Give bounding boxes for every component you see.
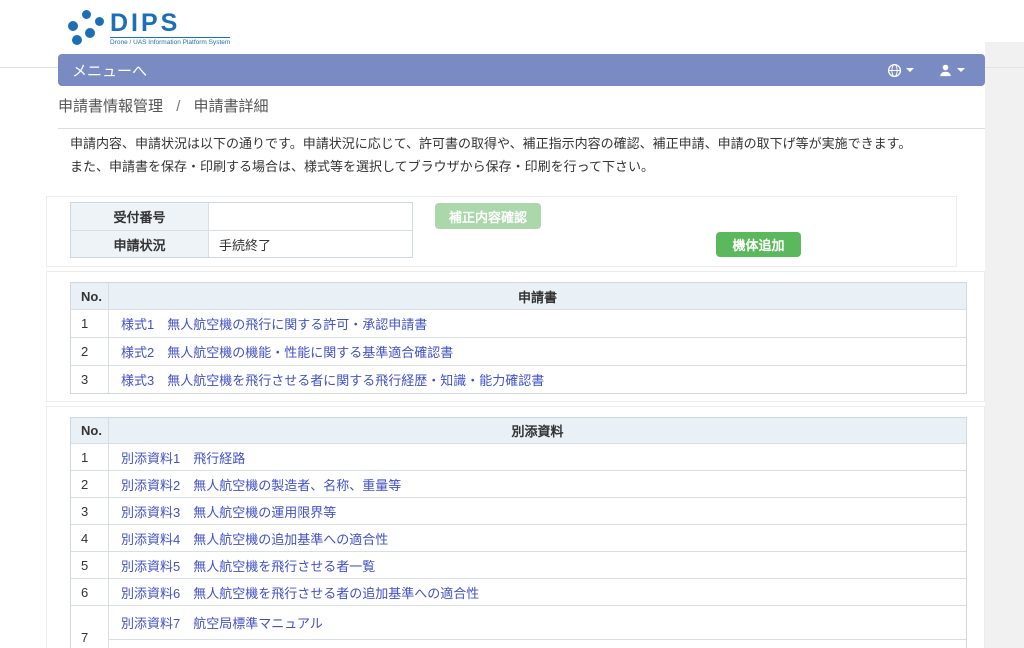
chevron-down-icon (906, 68, 914, 72)
attachment-link[interactable]: 別添資料3 無人航空機の運用限界等 (121, 502, 336, 521)
applications-column-header: 申請書 (517, 289, 557, 305)
dips-logo-icon (58, 8, 106, 46)
page-background-strip (985, 42, 1024, 648)
breadcrumb-divider (58, 128, 985, 129)
chevron-down-icon (957, 68, 965, 72)
add-aircraft-button[interactable]: 機体追加 (716, 232, 801, 257)
applications-table: No. 申請書 1 様式1 無人航空機の飛行に関する許可・承認申請書 2 様式2… (70, 282, 967, 394)
table-row: 受付番号 (71, 203, 412, 230)
status-table: 受付番号 申請状況 手続終了 (70, 202, 413, 258)
user-icon (940, 64, 951, 76)
table-row: 6 別添資料6 無人航空機を飛行させる者の追加基準への適合性 (71, 578, 966, 605)
receipt-number-label: 受付番号 (71, 203, 209, 230)
table-row: 3 様式3 無人航空機を飛行させる者に関する飛行経歴・知識・能力確認書 (71, 365, 966, 393)
table-row: 申請状況 手続終了 (71, 230, 412, 257)
application-status-value: 手続終了 (219, 237, 272, 253)
logo-title: DIPS (110, 9, 181, 37)
table-header-row: No. 別添資料 (71, 418, 966, 443)
attachment-link[interactable]: 別添資料5 無人航空機を飛行させる者一覧 (121, 556, 375, 575)
application-form-link[interactable]: 様式1 無人航空機の飛行に関する許可・承認申請書 (121, 314, 427, 333)
attachment-link[interactable]: 別添資料1 飛行経路 (121, 448, 245, 467)
attachment-link[interactable]: 別添資料2 無人航空機の製造者、名称、重量等 (121, 475, 401, 494)
table-row: 2 別添資料2 無人航空機の製造者、名称、重量等 (71, 470, 966, 497)
language-menu-button[interactable] (887, 63, 914, 78)
globe-icon (887, 63, 902, 77)
table-row: 5 別添資料5 無人航空機を飛行させる者一覧 (71, 551, 966, 578)
application-form-link[interactable]: 様式2 無人航空機の機能・性能に関する基準適合確認書 (121, 342, 453, 361)
user-menu-button[interactable] (938, 63, 965, 78)
dips-logo[interactable]: DIPS Drone / UAS Information Platform Sy… (58, 8, 231, 46)
receipt-number-value (209, 203, 412, 230)
attachment-link[interactable]: 別添資料4 無人航空機の追加基準への適合性 (121, 529, 388, 548)
table-row: 1 様式1 無人航空機の飛行に関する許可・承認申請書 (71, 309, 966, 337)
page: DIPS Drone / UAS Information Platform Sy… (0, 0, 1024, 648)
description-line-1: 申請内容、申請状況は以下の通りです。申請状況に応じて、許可書の取得や、補正指示内… (70, 136, 912, 151)
attachments-table: No. 別添資料 1 別添資料1 飛行経路 2 別添資料2 無人航空機の製造者、… (70, 417, 967, 648)
attachment-link[interactable]: 別添資料6 無人航空機を飛行させる者の追加基準への適合性 (121, 583, 479, 602)
table-row: 1 別添資料1 飛行経路 (71, 443, 966, 470)
table-row: 7 別添資料7 航空局標準マニュアル (71, 605, 966, 648)
breadcrumb-current: 申請書詳細 (193, 98, 269, 115)
breadcrumb-parent[interactable]: 申請書情報管理 (58, 98, 163, 115)
description-line-2: また、申請書を保存・印刷する場合は、様式等を選択してブラウザから保存・印刷を行っ… (70, 159, 654, 174)
application-form-link[interactable]: 様式3 無人航空機を飛行させる者に関する飛行経歴・知識・能力確認書 (121, 370, 544, 389)
no-column-header: No. (71, 418, 109, 443)
menu-bar: メニューへ (58, 54, 985, 86)
logo-subtitle: Drone / UAS Information Platform System (110, 37, 231, 46)
table-row: 2 様式2 無人航空機の機能・性能に関する基準適合確認書 (71, 337, 966, 365)
attachment-link[interactable]: 別添資料7 航空局標準マニュアル (121, 613, 323, 632)
breadcrumb: 申請書情報管理 / 申請書詳細 (58, 95, 269, 116)
breadcrumb-separator: / (176, 98, 181, 115)
correction-check-button[interactable]: 補正内容確認 (435, 203, 541, 229)
attachments-column-header: 別添資料 (511, 424, 564, 439)
application-status-label: 申請状況 (71, 231, 209, 257)
table-header-row: No. 申請書 (71, 283, 966, 309)
table-row: 3 別添資料3 無人航空機の運用限界等 (71, 497, 966, 524)
table-row: 4 別添資料4 無人航空機の追加基準への適合性 (71, 524, 966, 551)
page-description: 申請内容、申請状況は以下の通りです。申請状況に応じて、許可書の取得や、補正指示内… (70, 132, 911, 178)
no-column-header: No. (71, 283, 109, 309)
to-menu-link[interactable]: メニューへ (72, 60, 147, 81)
